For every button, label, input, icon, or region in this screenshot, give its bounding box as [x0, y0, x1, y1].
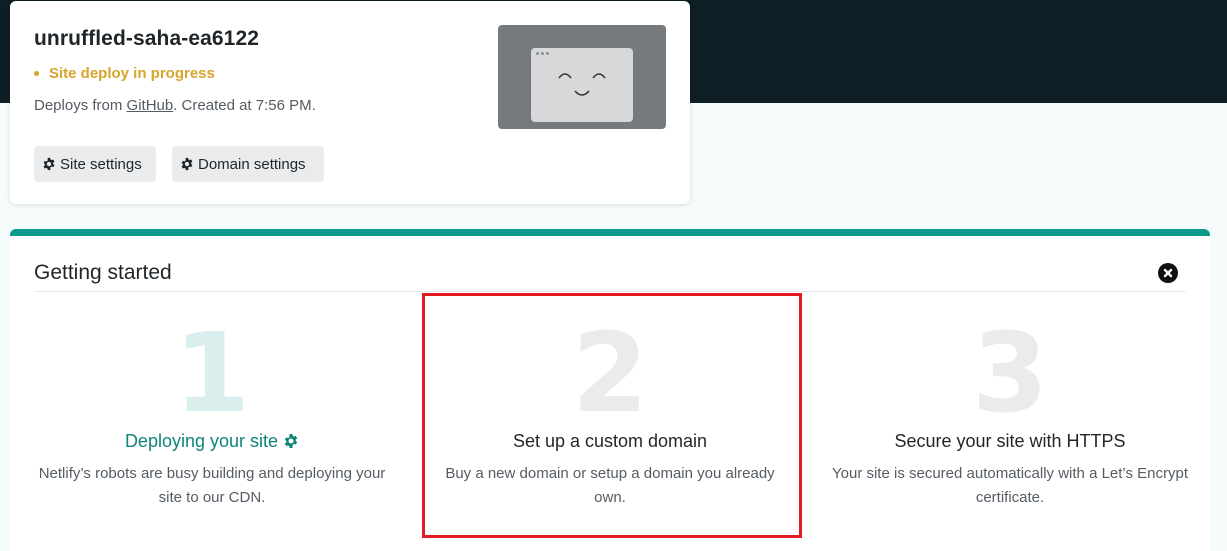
- step-number: 1: [173, 309, 251, 437]
- close-icon: [1163, 268, 1173, 278]
- site-overview-card: unruffled-saha-ea6122 Site deploy in pro…: [10, 1, 690, 204]
- step-number: 3: [971, 309, 1049, 437]
- site-settings-label: Site settings: [60, 155, 142, 173]
- preview-window: [531, 48, 633, 122]
- deploy-status: Site deploy in progress: [34, 65, 215, 82]
- step-custom-domain[interactable]: 2 Set up a custom domain Buy a new domai…: [422, 292, 798, 551]
- step-title: Set up a custom domain: [512, 431, 708, 451]
- step-deploying: 1 Deploying your site Netlify’s robots a…: [24, 292, 400, 551]
- site-name: unruffled-saha-ea6122: [34, 27, 260, 50]
- domain-settings-button[interactable]: Domain settings: [172, 146, 324, 182]
- deploy-info-suffix: . Created at 7:56 PM.: [173, 97, 316, 114]
- site-settings-button[interactable]: Site settings: [34, 146, 156, 182]
- getting-started-card: Getting started 1 Deploying your site Ne…: [10, 229, 1210, 551]
- gear-icon: [284, 434, 298, 448]
- step-title-text: Deploying your site: [124, 431, 279, 451]
- step-title: Secure your site with HTTPS: [894, 431, 1126, 451]
- gear-icon: [181, 157, 193, 171]
- step-description: Netlify’s robots are busy building and d…: [38, 465, 386, 506]
- step-title[interactable]: Deploying your site: [24, 431, 400, 452]
- step-number: 2: [571, 309, 649, 437]
- deploy-info: Deploys from GitHub. Created at 7:56 PM.: [34, 97, 316, 114]
- step-description: Buy a new domain or setup a domain you a…: [445, 465, 775, 506]
- getting-started-title: Getting started: [34, 261, 172, 284]
- site-preview-thumbnail[interactable]: [498, 25, 666, 129]
- step-description: Your site is secured automatically with …: [832, 465, 1189, 506]
- status-dot-icon: [34, 71, 39, 76]
- github-link[interactable]: GitHub: [127, 97, 174, 114]
- close-button[interactable]: [1158, 263, 1178, 283]
- smiley-face-icon: [558, 73, 606, 96]
- deploy-info-prefix: Deploys from: [34, 97, 127, 114]
- step-https: 3 Secure your site with HTTPS Your site …: [822, 292, 1198, 551]
- gear-icon: [43, 157, 55, 171]
- domain-settings-label: Domain settings: [198, 155, 306, 173]
- deploy-status-text: Site deploy in progress: [49, 65, 215, 82]
